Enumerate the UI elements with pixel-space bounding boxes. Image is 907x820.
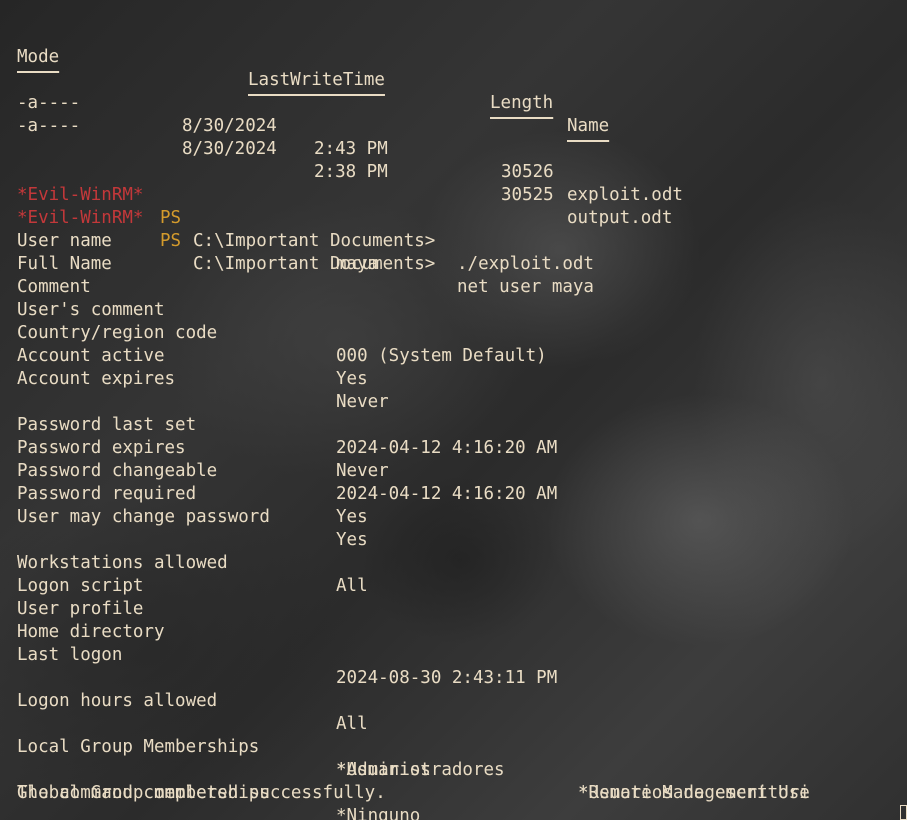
user-info-value: 2024-08-30 2:43:11 PM [336,668,558,688]
user-info-row: User profile [17,575,143,619]
user-info-row: User's comment [17,276,165,320]
user-info-row: Home directory [17,598,165,642]
user-info-row: Country/region code 000 (System Default) [17,299,547,366]
user-info-value: 2024-04-12 4:16:20 AM [336,438,558,458]
user-info-value: Yes [336,369,368,389]
local-groups-row: Local Group Memberships *Administradores… [17,713,810,803]
user-info-value: 2024-04-12 4:16:20 AM [336,484,558,504]
user-info-label: User may change password [17,507,270,527]
user-info-value: Yes [336,530,368,550]
user-info-value: Never [336,461,389,481]
user-info-label: Logon hours allowed [17,691,218,711]
user-info-row: User may change password Yes [17,483,368,550]
prompt-ps: PS [160,208,182,228]
user-info-row: Password expires Never [17,414,389,481]
user-info-label: Last logon [17,645,123,665]
user-info-value: 000 (System Default) [336,346,547,366]
file-length: 30525 [501,185,554,205]
file-mode: -a---- [17,116,81,136]
local-groups-row: *Usuarios *Usuarios de escritori [17,736,810,803]
text-cursor [900,805,907,820]
user-info-row: Password last set 2024-04-12 4:16:20 AM [17,391,557,458]
listing-row: -a---- 8/30/2024 2:38 PM 30525 output.od… [17,92,672,228]
prompt-path: C:\Important Documents> [193,254,436,274]
command-text: ./exploit.odt [457,254,594,274]
prompt-line: *Evil-WinRM* PS C:\Important Documents> … [17,161,594,274]
column-header-name: Name [567,116,610,136]
command-text: net user maya [457,277,594,297]
column-header-length: Length [490,93,554,113]
user-info-value: Never [336,392,389,412]
group-entry: *Usuarios [336,760,431,780]
prompt-path: C:\Important Documents> [193,231,436,251]
prompt-ps: PS [160,231,182,251]
listing-header: Mode LastWriteTime Length Name [17,23,609,136]
terminal-window[interactable]: Mode LastWriteTime Length Name -a---- 8/… [0,0,907,820]
file-time: 2:43 PM [314,139,388,159]
user-info-row: Full Name [17,230,112,274]
user-info-value: All [336,714,368,734]
file-date: 8/30/2024 [182,116,277,136]
user-info-row: Account expires Never [17,345,389,412]
user-info-row: Logon script [17,552,143,596]
user-info-row: Account active Yes [17,322,368,389]
user-info-label: Account expires [17,369,176,389]
user-info-row: Logon hours allowed All [17,667,368,734]
listing-row: -a---- 8/30/2024 2:43 PM 30526 exploit.o… [17,69,683,205]
user-info-row: Last logon 2024-08-30 2:43:11 PM [17,621,557,688]
user-info-row: User name maya [17,207,378,274]
file-name: exploit.odt [567,185,683,205]
user-info-row: Password changeable 2024-04-12 4:16:20 A… [17,437,557,504]
file-time: 2:38 PM [314,162,388,182]
user-info-value: Yes [336,507,368,527]
user-info-value: maya [336,254,379,274]
user-info-row: Workstations allowed All [17,529,368,596]
column-header-lastwritetime: LastWriteTime [248,70,385,90]
group-entry: *Ninguno [336,806,421,820]
user-info-row: Comment [17,253,91,297]
file-date: 8/30/2024 [182,139,277,159]
completion-message: The command completed successfully. [17,783,386,803]
file-length: 30526 [501,162,554,182]
global-groups-row: Global Group memberships *Ninguno [17,759,420,820]
group-entry: *Usuarios de escritori [578,783,810,803]
user-info-value: All [336,576,368,596]
user-info-row: Password required Yes [17,460,368,527]
file-name: output.odt [567,208,673,228]
prompt-line: *Evil-WinRM* PS C:\Important Documents> … [17,184,594,297]
column-header-mode: Mode [17,47,60,67]
